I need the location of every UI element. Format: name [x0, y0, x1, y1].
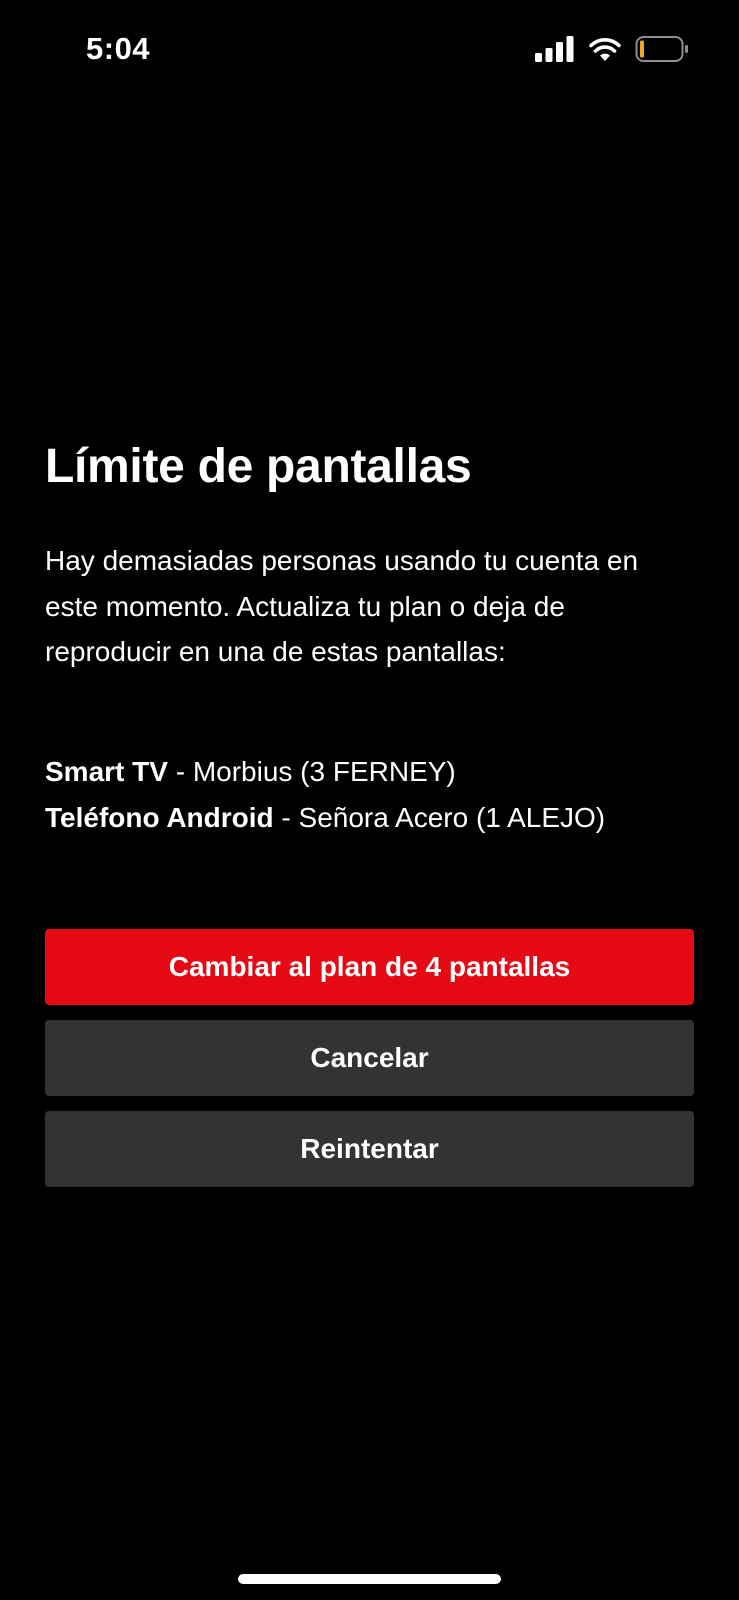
- status-bar: 5:04: [0, 0, 739, 100]
- cellular-signal-icon: [535, 36, 574, 62]
- device-detail: - Morbius (3 FERNEY): [167, 755, 456, 787]
- battery-low-icon: [635, 36, 688, 62]
- dialog-message: Hay demasiadas personas usando tu cuenta…: [45, 545, 639, 667]
- home-indicator[interactable]: [238, 1574, 501, 1584]
- status-time: 5:04: [86, 31, 151, 66]
- action-buttons: Cambiar al plan de 4 pantallas Cancelar …: [45, 929, 694, 1202]
- retry-button[interactable]: Reintentar: [45, 1111, 694, 1187]
- cancel-button[interactable]: Cancelar: [45, 1020, 694, 1096]
- device-type: Teléfono Android: [45, 801, 274, 833]
- screen-limit-dialog: Límite de pantallas Hay demasiadas perso…: [45, 438, 695, 841]
- active-devices-list: Smart TV - Morbius (3 FERNEY) Teléfono A…: [45, 749, 695, 841]
- status-icons: [535, 34, 689, 64]
- dialog-title: Límite de pantallas: [45, 440, 472, 493]
- upgrade-plan-button[interactable]: Cambiar al plan de 4 pantallas: [45, 929, 694, 1005]
- device-type: Smart TV: [45, 755, 168, 787]
- device-detail: - Señora Acero (1 ALEJO): [273, 801, 606, 833]
- wifi-icon: [589, 38, 621, 61]
- device-row: Teléfono Android - Señora Acero (1 ALEJO…: [45, 795, 695, 841]
- device-row: Smart TV - Morbius (3 FERNEY): [45, 749, 695, 795]
